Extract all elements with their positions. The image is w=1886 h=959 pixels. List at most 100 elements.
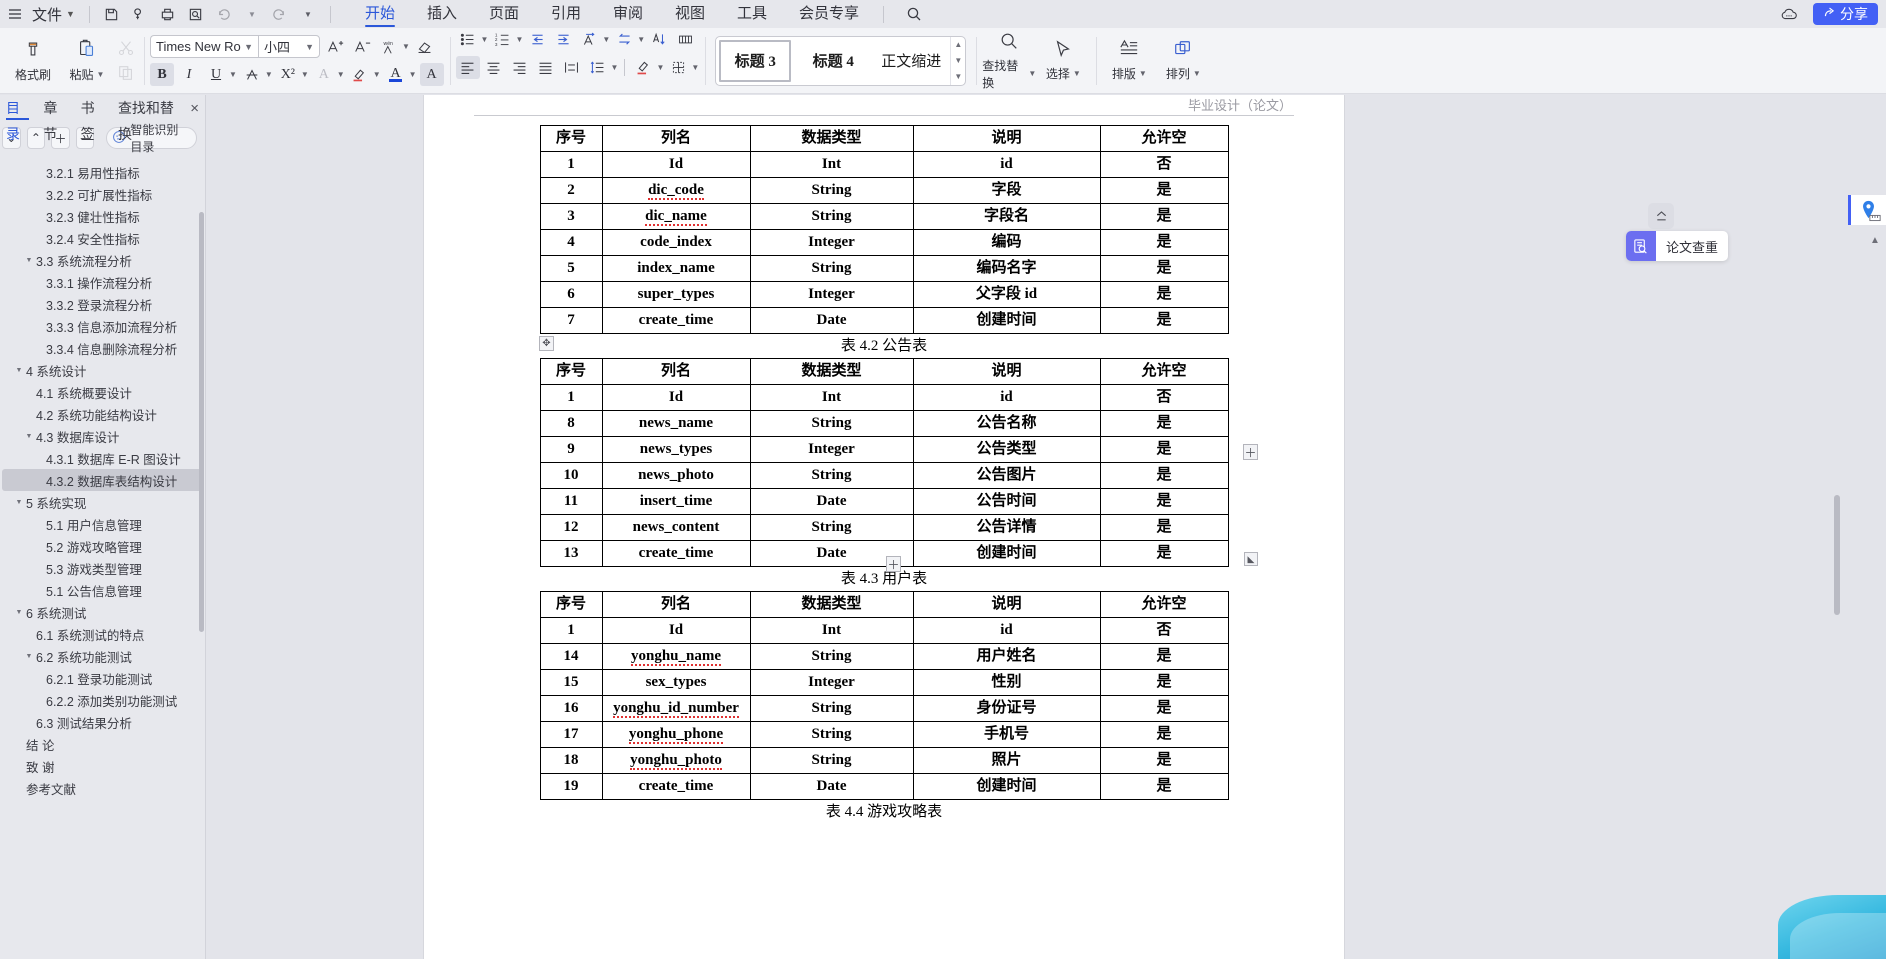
chevron-down-icon[interactable]: ▼ xyxy=(12,609,26,616)
tab-references[interactable]: 引用 xyxy=(535,0,597,28)
toc-item[interactable]: 4.1 系统概要设计 xyxy=(2,381,203,403)
decrease-font-size-icon[interactable] xyxy=(350,35,374,58)
table-cell[interactable]: Id xyxy=(601,617,751,644)
chevron-down-icon[interactable]: ▼ xyxy=(22,433,36,440)
shading-button[interactable] xyxy=(631,56,655,79)
toc-item[interactable]: 结 论 xyxy=(2,733,203,755)
underline-button[interactable]: U xyxy=(204,63,228,86)
table-cell[interactable]: 3 xyxy=(539,203,603,230)
table-cell[interactable]: 是 xyxy=(1099,281,1229,308)
table-cell[interactable]: Integer xyxy=(749,436,914,463)
quick-access-more-icon[interactable]: ▼ xyxy=(294,3,322,25)
tab-review[interactable]: 审阅 xyxy=(597,0,659,28)
tab-member[interactable]: 会员专享 xyxy=(783,0,875,28)
italic-button[interactable]: I xyxy=(177,63,201,86)
table-cell[interactable]: 照片 xyxy=(912,747,1101,774)
table-cell[interactable]: news_content xyxy=(601,514,751,541)
table-cell[interactable]: 是 xyxy=(1099,514,1229,541)
toc-item[interactable]: 3.3.1 操作流程分析 xyxy=(2,271,203,293)
table-cell[interactable]: 13 xyxy=(539,540,603,567)
increase-font-size-icon[interactable] xyxy=(323,35,347,58)
tab-start[interactable]: 开始 xyxy=(349,0,411,28)
table-cell[interactable]: 否 xyxy=(1099,151,1229,178)
panel-tab-chapters[interactable]: 章节 xyxy=(43,95,66,142)
table-row[interactable]: 6 super_types Integer 父字段 id 是 xyxy=(539,281,1229,308)
table-cell[interactable]: 公告图片 xyxy=(912,462,1101,489)
show-marks-button[interactable] xyxy=(673,28,697,51)
table-cell[interactable]: create_time xyxy=(601,540,751,567)
table-cell[interactable]: 是 xyxy=(1099,747,1229,774)
chevron-down-icon[interactable]: ▼ xyxy=(12,367,26,374)
paste-button[interactable]: 粘贴 ▼ xyxy=(60,32,114,90)
font-color-button[interactable]: A xyxy=(384,63,408,86)
table-row[interactable]: 7 create_time Date 创建时间是 xyxy=(539,307,1229,334)
chevron-down-icon[interactable]: ▼ xyxy=(22,257,36,264)
table-cell[interactable]: 是 xyxy=(1099,695,1229,722)
table-row[interactable]: 9 news_types Integer 公告类型是 xyxy=(539,436,1229,463)
table-cell[interactable]: String xyxy=(749,177,914,204)
align-left-button[interactable] xyxy=(455,55,480,79)
tab-insert[interactable]: 插入 xyxy=(411,0,473,28)
style-scroll-down-icon[interactable]: ▼ xyxy=(954,56,962,65)
table-cell[interactable]: String xyxy=(749,695,914,722)
toc-item[interactable]: 3.2.2 可扩展性指标 xyxy=(2,183,203,205)
table-cell[interactable]: 6 xyxy=(539,281,603,308)
table-cell[interactable]: 4 xyxy=(539,229,603,256)
toc-item[interactable]: 致 谢 xyxy=(2,755,203,777)
table-cell[interactable]: news_name xyxy=(601,410,751,437)
database-table[interactable]: 序号 列名 数据类型 说明 允许空 1 Id Int id 否 2 dic_code String 字段是… xyxy=(539,125,1229,334)
toc-item[interactable]: 4.3.2 数据库表结构设计 xyxy=(2,469,203,491)
decrease-indent-button[interactable] xyxy=(525,28,549,51)
chevron-down-icon[interactable]: ▼ xyxy=(611,63,619,72)
table-row[interactable]: 1 Id Int id 否 xyxy=(539,384,1229,411)
table-add-column-handle[interactable]: ＋ xyxy=(1243,444,1258,460)
tab-tools[interactable]: 工具 xyxy=(721,0,783,28)
table-cell[interactable]: Int xyxy=(749,384,914,411)
table-cell[interactable]: String xyxy=(749,643,914,670)
cut-icon[interactable] xyxy=(114,37,138,60)
table-row[interactable]: 13 create_time Date 创建时间是 xyxy=(539,540,1229,567)
toc-item[interactable]: 3.3.3 信息添加流程分析 xyxy=(2,315,203,337)
undo-icon[interactable] xyxy=(210,3,238,25)
superscript-button[interactable]: X² xyxy=(276,63,300,86)
bold-button[interactable]: B xyxy=(150,63,174,86)
file-menu-button[interactable]: 文件 ▼ xyxy=(30,4,81,25)
table-cell[interactable]: 1 xyxy=(539,617,603,644)
table-cell[interactable]: create_time xyxy=(601,307,751,334)
table-row[interactable]: 11 insert_time Date 公告时间是 xyxy=(539,488,1229,515)
table-row[interactable]: 17 yonghu_phone String 手机号是 xyxy=(539,721,1229,748)
toc-item[interactable]: 3.2.1 易用性指标 xyxy=(2,161,203,183)
table-cell[interactable]: 字段名 xyxy=(912,203,1101,230)
tab-page[interactable]: 页面 xyxy=(473,0,535,28)
table-cell[interactable]: Id xyxy=(601,151,751,178)
table-cell[interactable]: yonghu_photo xyxy=(601,747,751,774)
style-body-indent[interactable]: 正文缩进 xyxy=(872,37,950,85)
table-cell[interactable]: 9 xyxy=(539,436,603,463)
table-row[interactable]: 5 index_name String 编码名字是 xyxy=(539,255,1229,282)
table-cell[interactable]: 15 xyxy=(539,669,603,696)
chevron-down-icon[interactable]: ▼ xyxy=(602,35,610,44)
font-size-input[interactable]: 小四 ▼ xyxy=(258,35,320,58)
table-cell[interactable]: 身份证号 xyxy=(912,695,1101,722)
table-cell[interactable]: Int xyxy=(749,617,914,644)
scroll-up-icon[interactable]: ▲ xyxy=(1867,233,1883,247)
database-table[interactable]: 序号 列名 数据类型 说明 允许空 1 Id Int id 否 14 yonghu_name Strin… xyxy=(539,591,1229,800)
chevron-down-icon[interactable]: ▼ xyxy=(656,63,664,72)
table-cell[interactable]: 是 xyxy=(1099,721,1229,748)
table-cell[interactable]: String xyxy=(749,462,914,489)
table-resize-handle[interactable]: ◣ xyxy=(1244,552,1258,566)
table-cell[interactable]: 是 xyxy=(1099,540,1229,567)
app-menu-icon[interactable] xyxy=(0,8,30,20)
table-cell[interactable]: 11 xyxy=(539,488,603,515)
table-cell[interactable]: String xyxy=(749,514,914,541)
table-cell[interactable]: Integer xyxy=(749,281,914,308)
table-add-row-handle[interactable]: ＋ xyxy=(886,556,901,572)
undo-chevron-icon[interactable]: ▼ xyxy=(238,3,266,25)
table-cell[interactable]: 是 xyxy=(1099,436,1229,463)
table-cell[interactable]: 字段 xyxy=(912,177,1101,204)
toc-item[interactable]: 6.1 系统测试的特点 xyxy=(2,623,203,645)
toc-item[interactable]: 3.3.2 登录流程分析 xyxy=(2,293,203,315)
table-cell[interactable]: 1 xyxy=(539,151,603,178)
cloud-icon[interactable] xyxy=(1775,3,1803,25)
style-scroll-up-icon[interactable]: ▲ xyxy=(954,40,962,49)
